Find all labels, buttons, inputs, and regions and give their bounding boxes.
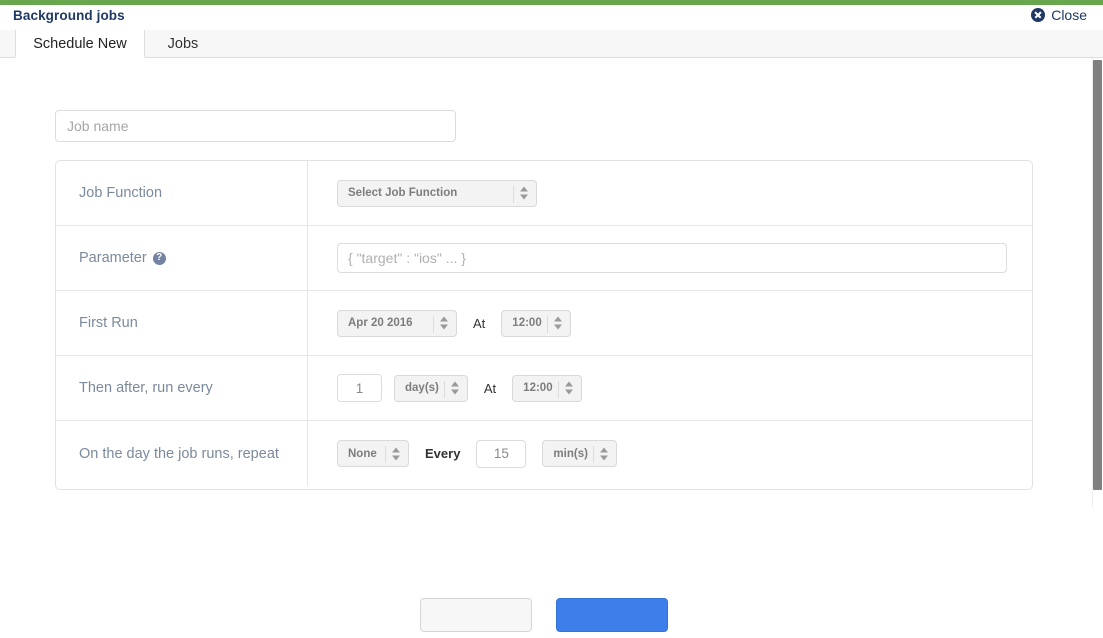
repeat-unit-select[interactable]: min(s) — [542, 440, 617, 467]
chevron-updown-icon — [520, 186, 529, 201]
form-row-first-run: First Run Apr 20 2016 At 12:00 — [56, 291, 1032, 356]
row-label-job-function: Job Function — [56, 185, 307, 201]
interval-time-value: 12:00 — [523, 382, 553, 394]
repeat-mode-value: None — [348, 447, 377, 460]
tab-jobs[interactable]: Jobs — [150, 30, 216, 58]
close-button-label: Close — [1051, 7, 1087, 23]
select-separator — [557, 380, 559, 398]
cancel-button[interactable] — [420, 598, 532, 632]
row-label-parameter: Parameter ? — [56, 250, 307, 266]
chevron-updown-icon — [450, 381, 460, 396]
row-label-run-every: Then after, run every — [56, 380, 307, 396]
select-separator — [385, 446, 386, 463]
interval-unit-value: day(s) — [405, 382, 439, 394]
page-title: Background jobs — [13, 8, 125, 23]
interval-unit-select[interactable]: day(s) — [394, 374, 468, 402]
form-row-run-every: Then after, run every day(s) At 12:00 — [56, 356, 1032, 421]
tab-jobs-label: Jobs — [167, 36, 199, 52]
first-run-time-value: 12:00 — [512, 317, 542, 329]
row-label-first-run: First Run — [56, 315, 307, 331]
row-label-first-run-text: First Run — [79, 315, 138, 331]
row-fields-run-every: day(s) At 12:00 — [307, 374, 1032, 402]
chevron-updown-icon — [553, 316, 563, 331]
first-run-date-value: Apr 20 2016 — [348, 317, 413, 329]
row-fields-parameter — [307, 243, 1032, 273]
chevron-updown-icon — [440, 316, 449, 331]
schedule-form-panel: Job Function Select Job Function Paramet… — [55, 160, 1033, 490]
form-row-repeat: On the day the job runs, repeat None Eve… — [56, 421, 1032, 486]
vertical-scrollbar-thumb[interactable] — [1093, 60, 1102, 490]
every-label: Every — [425, 446, 461, 461]
chevron-updown-icon — [392, 446, 401, 461]
select-separator — [592, 446, 594, 463]
row-divider — [307, 226, 308, 290]
interval-count-input[interactable] — [337, 374, 382, 402]
repeat-unit-value: min(s) — [553, 447, 588, 460]
at-label-first-run: At — [473, 315, 486, 331]
select-separator — [433, 315, 434, 333]
schedule-new-panel-body: Job Function Select Job Function Paramet… — [0, 58, 1092, 632]
select-separator — [546, 315, 548, 333]
select-separator — [513, 185, 514, 203]
row-label-repeat-text: On the day the job runs, repeat — [79, 445, 279, 462]
form-row-job-function: Job Function Select Job Function — [56, 161, 1032, 226]
tab-schedule-new-label: Schedule New — [33, 35, 127, 52]
at-label-interval: At — [483, 380, 497, 396]
row-divider — [307, 161, 308, 225]
row-fields-first-run: Apr 20 2016 At 12:00 — [307, 309, 1032, 337]
row-divider — [307, 421, 308, 486]
form-row-parameter: Parameter ? — [56, 226, 1032, 291]
job-name-input[interactable] — [55, 110, 456, 142]
row-divider — [307, 356, 308, 420]
job-function-select-value: Select Job Function — [348, 187, 458, 199]
chevron-updown-icon — [564, 381, 574, 396]
select-separator — [443, 380, 445, 398]
help-icon[interactable]: ? — [152, 251, 166, 265]
row-divider — [307, 291, 308, 355]
first-run-time-select[interactable]: 12:00 — [501, 309, 571, 337]
first-run-date-select[interactable]: Apr 20 2016 — [337, 309, 457, 337]
row-fields-repeat: None Every min(s) — [307, 439, 1032, 468]
interval-time-select[interactable]: 12:00 — [512, 374, 582, 402]
close-icon — [1031, 8, 1046, 22]
tab-schedule-new[interactable]: Schedule New — [15, 30, 145, 58]
repeat-mode-select[interactable]: None — [337, 440, 409, 467]
row-label-run-every-text: Then after, run every — [79, 380, 213, 396]
parameter-input[interactable] — [337, 243, 1007, 273]
row-label-job-function-text: Job Function — [79, 185, 163, 201]
vertical-scrollbar-track[interactable] — [1092, 58, 1103, 507]
submit-button[interactable] — [556, 598, 668, 632]
row-label-repeat: On the day the job runs, repeat — [56, 446, 307, 462]
row-fields-job-function: Select Job Function — [307, 179, 1032, 207]
footer-buttons — [55, 598, 1033, 638]
repeat-count-input[interactable] — [476, 439, 527, 468]
job-function-select[interactable]: Select Job Function — [337, 179, 537, 207]
tab-bar: Schedule New Jobs — [0, 30, 1103, 58]
modal-header: Background jobs Close — [0, 5, 1103, 30]
chevron-updown-icon — [599, 446, 609, 461]
row-label-parameter-text: Parameter — [79, 250, 147, 266]
close-button[interactable]: Close — [1031, 7, 1087, 23]
